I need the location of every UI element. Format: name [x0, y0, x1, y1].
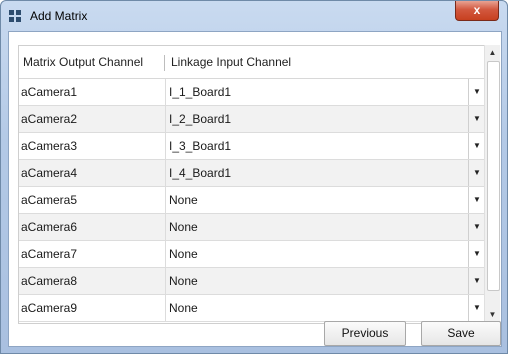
table-row: aCamera6 None ▼	[19, 214, 485, 241]
output-channel-cell: aCamera5	[21, 193, 78, 207]
table-header: Matrix Output Channel Linkage Input Chan…	[19, 46, 485, 79]
save-button[interactable]: Save	[421, 321, 501, 346]
window-title: Add Matrix	[30, 9, 88, 23]
scroll-up-icon[interactable]: ▲	[485, 45, 500, 60]
input-channel-value: None	[169, 301, 198, 315]
input-channel-select[interactable]: None ▼	[165, 214, 485, 240]
dropdown-arrow-icon[interactable]: ▼	[468, 160, 485, 186]
output-channel-cell: aCamera6	[21, 220, 78, 234]
input-channel-select[interactable]: I_2_Board1 ▼	[165, 106, 485, 132]
input-channel-value: None	[169, 220, 198, 234]
table-row: aCamera4 I_4_Board1 ▼	[19, 160, 485, 187]
input-channel-select[interactable]: I_4_Board1 ▼	[165, 160, 485, 186]
input-channel-select[interactable]: None ▼	[165, 295, 485, 321]
input-channel-select[interactable]: None ▼	[165, 268, 485, 294]
input-channel-select[interactable]: None ▼	[165, 241, 485, 267]
table-row: aCamera3 I_3_Board1 ▼	[19, 133, 485, 160]
input-channel-value: None	[169, 247, 198, 261]
dropdown-arrow-icon[interactable]: ▼	[468, 295, 485, 321]
previous-button[interactable]: Previous	[324, 321, 406, 346]
table-row: aCamera9 None ▼	[19, 295, 485, 322]
column-divider[interactable]	[164, 55, 165, 71]
add-matrix-dialog: Add Matrix x Matrix Output Channel Linka…	[0, 0, 508, 354]
vertical-scrollbar[interactable]: ▲ ▼	[484, 45, 500, 322]
dialog-content: Matrix Output Channel Linkage Input Chan…	[8, 31, 502, 347]
input-channel-select[interactable]: I_3_Board1 ▼	[165, 133, 485, 159]
input-channel-value: I_4_Board1	[169, 166, 232, 180]
dropdown-arrow-icon[interactable]: ▼	[468, 187, 485, 213]
table-row: aCamera7 None ▼	[19, 241, 485, 268]
output-channel-cell: aCamera1	[21, 85, 78, 99]
output-channel-cell: aCamera7	[21, 247, 78, 261]
dropdown-arrow-icon[interactable]: ▼	[468, 106, 485, 132]
dropdown-arrow-icon[interactable]: ▼	[468, 241, 485, 267]
input-channel-value: None	[169, 274, 198, 288]
scrollbar-thumb[interactable]	[487, 61, 500, 291]
column-header-input[interactable]: Linkage Input Channel	[171, 46, 291, 78]
input-channel-select[interactable]: I_1_Board1 ▼	[165, 79, 485, 105]
table-row: aCamera8 None ▼	[19, 268, 485, 295]
table-row: aCamera2 I_2_Board1 ▼	[19, 106, 485, 133]
matrix-icon	[9, 10, 22, 23]
table-row: aCamera5 None ▼	[19, 187, 485, 214]
output-channel-cell: aCamera8	[21, 274, 78, 288]
dropdown-arrow-icon[interactable]: ▼	[468, 214, 485, 240]
dropdown-arrow-icon[interactable]: ▼	[468, 268, 485, 294]
input-channel-value: I_3_Board1	[169, 139, 232, 153]
column-header-output[interactable]: Matrix Output Channel	[23, 46, 143, 78]
dropdown-arrow-icon[interactable]: ▼	[468, 79, 485, 105]
output-channel-cell: aCamera4	[21, 166, 78, 180]
input-channel-value: I_1_Board1	[169, 85, 232, 99]
close-button[interactable]: x	[455, 1, 499, 21]
input-channel-value: None	[169, 193, 198, 207]
output-channel-cell: aCamera3	[21, 139, 78, 153]
dropdown-arrow-icon[interactable]: ▼	[468, 133, 485, 159]
input-channel-value: I_2_Board1	[169, 112, 232, 126]
input-channel-select[interactable]: None ▼	[165, 187, 485, 213]
table-row: aCamera1 I_1_Board1 ▼	[19, 79, 485, 106]
output-channel-cell: aCamera2	[21, 112, 78, 126]
matrix-table: Matrix Output Channel Linkage Input Chan…	[18, 45, 485, 324]
title-bar[interactable]: Add Matrix x	[1, 1, 507, 31]
scroll-down-icon[interactable]: ▼	[485, 307, 500, 322]
output-channel-cell: aCamera9	[21, 301, 78, 315]
